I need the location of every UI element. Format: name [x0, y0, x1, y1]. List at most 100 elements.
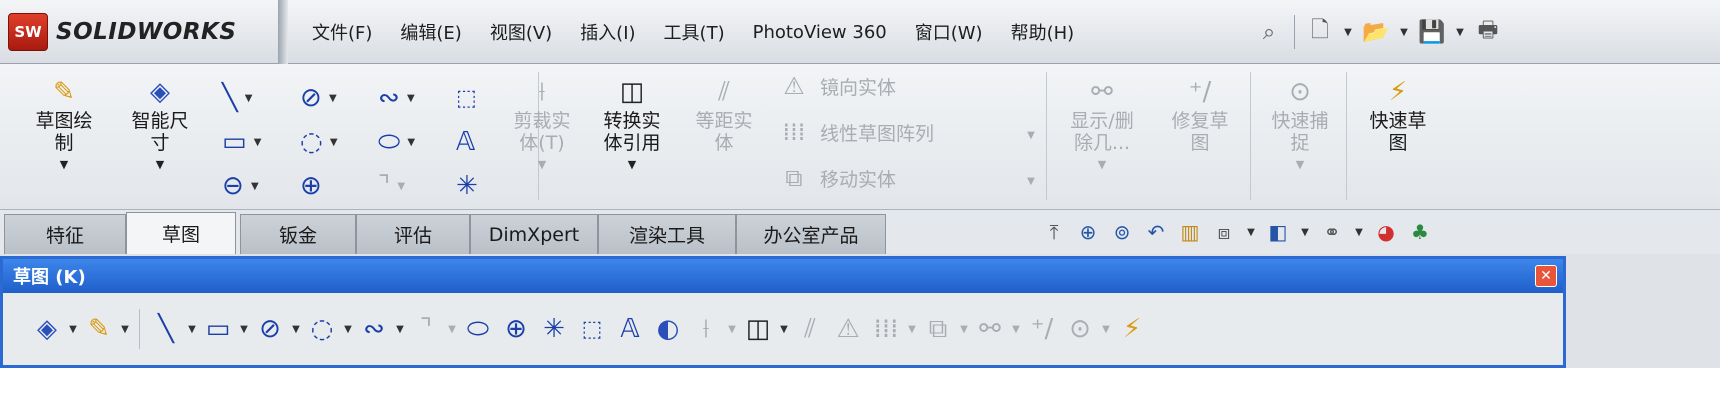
chevron-down-icon[interactable]: ▼ [1098, 158, 1106, 171]
chevron-down-icon[interactable]: ▼ [242, 93, 256, 104]
chevron-down-icon[interactable]: ▼ [290, 324, 302, 335]
chevron-down-icon[interactable]: ▼ [186, 324, 198, 335]
menu-window[interactable]: 窗口(W) [901, 12, 997, 52]
chevron-down-icon[interactable]: ▼ [60, 158, 68, 171]
repair-sketch-button[interactable]: ⁺∕ 修复草 图 [1158, 74, 1242, 154]
sketch-toolbar-window[interactable]: 草图 (K) ✕ ◈ ▼ ✎ ▼ ╲ ▼ ▭ ▼ ⊘ ▼ ◌ ▼ ∾ ▼ ⌝ ▼ ⬭ ⊕ ✳ ⬚… [0, 256, 1566, 368]
quick-snaps-icon[interactable]: ⊙ [1062, 314, 1098, 344]
tab-office-products[interactable]: 办公室产品 [736, 214, 886, 254]
display-delete-relations-button[interactable]: ⚯ 显示/删 除几... ▼ [1060, 74, 1144, 171]
chevron-down-icon[interactable]: ▼ [1024, 176, 1038, 187]
previous-view-arrow-icon[interactable]: ↶ [1142, 218, 1170, 246]
chevron-down-icon[interactable]: ▼ [1453, 27, 1467, 38]
sketch-pencil-icon[interactable]: ✎ [81, 314, 117, 344]
chevron-down-icon[interactable]: ▼ [1296, 158, 1304, 171]
pushpin-icon[interactable]: ⌕ [1254, 17, 1284, 47]
chevron-down-icon[interactable]: ▼ [404, 137, 418, 148]
apply-scene-icon[interactable]: ♣ [1406, 218, 1434, 246]
chevron-down-icon[interactable]: ▼ [404, 93, 418, 104]
move-icon[interactable]: ⧉ [920, 314, 956, 345]
arc-tool[interactable]: ◌ ▼ [300, 120, 378, 164]
zoom-to-fit-icon[interactable]: ⊕ [1074, 218, 1102, 246]
menu-edit[interactable]: 编辑(E) [386, 12, 475, 52]
line-icon[interactable]: ╲ [148, 314, 184, 344]
rapid-sketch-icon[interactable]: ⚡ [1114, 314, 1150, 344]
offset-icon[interactable]: ⫽ [792, 314, 828, 345]
menu-tools[interactable]: 工具(T) [650, 12, 739, 52]
chevron-down-icon[interactable]: ▼ [538, 158, 546, 171]
fillet-tool[interactable]: ⌝ ▼ [378, 164, 456, 208]
spline-tool[interactable]: ∾ ▼ [378, 76, 456, 120]
polygon-icon[interactable]: ⊕ [498, 314, 534, 344]
menu-insert[interactable]: 插入(I) [566, 12, 649, 52]
spline-icon[interactable]: ∾ [356, 314, 392, 344]
chevron-down-icon[interactable]: ▼ [394, 181, 408, 192]
chevron-down-icon[interactable]: ▼ [906, 324, 918, 335]
linear-pattern-button[interactable]: ⁞⁞⁞ 线性草图阵列 [778, 118, 934, 146]
relations-icon[interactable]: ⚯ [972, 314, 1008, 344]
rectangle-icon[interactable]: ▭ [200, 314, 236, 344]
sketch-button[interactable]: ✎ 草图绘 制 ▼ [22, 74, 106, 171]
menu-view[interactable]: 视图(V) [476, 12, 566, 52]
tab-dimxpert[interactable]: DimXpert [470, 214, 598, 254]
view-orientation-icon[interactable]: ⧈ [1210, 218, 1238, 246]
chevron-down-icon[interactable]: ▼ [326, 93, 340, 104]
display-style-icon[interactable]: ◧ [1264, 218, 1292, 246]
tab-evaluate[interactable]: 评估 [356, 214, 470, 254]
arc-icon[interactable]: ◌ [304, 314, 340, 344]
chevron-down-icon[interactable]: ▼ [628, 158, 636, 171]
rectangle-tool[interactable]: ▭ ▼ [222, 120, 300, 164]
line-tool[interactable]: ╲ ▼ [222, 76, 300, 120]
chevron-down-icon[interactable]: ▼ [342, 324, 354, 335]
chevron-down-icon[interactable]: ▼ [778, 324, 790, 335]
save-icon[interactable]: 💾 [1417, 17, 1447, 47]
menu-file[interactable]: 文件(F) [298, 12, 386, 52]
previous-view-icon[interactable]: ⤒ [1040, 218, 1068, 246]
offset-entities-button[interactable]: ⫽ 等距实 体 [682, 74, 766, 154]
chevron-down-icon[interactable]: ▼ [1352, 227, 1366, 238]
toolbar-title-bar[interactable]: 草图 (K) [3, 259, 1563, 293]
chevron-down-icon[interactable]: ▼ [446, 324, 458, 335]
section-view-icon[interactable]: ▥ [1176, 218, 1204, 246]
convert-icon[interactable]: ◫ [740, 314, 776, 344]
chevron-down-icon[interactable]: ▼ [119, 324, 131, 335]
point-icon[interactable]: ✳ [536, 314, 572, 344]
chevron-down-icon[interactable]: ▼ [67, 324, 79, 335]
mirror-entities-button[interactable]: ⚠ 镜向实体 [778, 72, 896, 100]
chevron-down-icon[interactable]: ▼ [1298, 227, 1312, 238]
chevron-down-icon[interactable]: ▼ [238, 324, 250, 335]
trim-icon[interactable]: ⟊ [688, 314, 724, 345]
rapid-sketch-button[interactable]: ⚡ 快速草 图 [1356, 74, 1440, 154]
solidworks-logo[interactable]: SW SOLIDWORKS [8, 10, 270, 54]
new-document-icon[interactable]: 🗋 [1305, 17, 1335, 47]
menu-help[interactable]: 帮助(H) [997, 12, 1089, 52]
chevron-down-icon[interactable]: ▼ [251, 137, 265, 148]
chevron-down-icon[interactable]: ▼ [248, 181, 262, 192]
ellipse-icon[interactable]: ⬭ [460, 314, 496, 345]
circle-tool[interactable]: ⊘ ▼ [300, 76, 378, 120]
linear-pattern-icon[interactable]: ⁞⁞⁞ [868, 314, 904, 344]
sketch-picture-icon[interactable]: ◐ [650, 314, 686, 344]
convert-entities-button[interactable]: ◫ 转换实 体引用 ▼ [590, 74, 674, 171]
chevron-down-icon[interactable]: ▼ [1010, 324, 1022, 335]
chevron-down-icon[interactable]: ▼ [1100, 324, 1112, 335]
tab-features[interactable]: 特征 [4, 214, 126, 254]
quick-snaps-button[interactable]: ⊙ 快速捕 捉 ▼ [1258, 74, 1342, 171]
chevron-down-icon[interactable]: ▼ [1024, 130, 1038, 141]
tab-render-tools[interactable]: 渲染工具 [598, 214, 736, 254]
chevron-down-icon[interactable]: ▼ [1244, 227, 1258, 238]
chevron-down-icon[interactable]: ▼ [958, 324, 970, 335]
tab-sketch[interactable]: 草图 [126, 212, 236, 254]
zoom-to-area-icon[interactable]: ⊚ [1108, 218, 1136, 246]
smart-dimension-icon[interactable]: ◈ [29, 314, 65, 344]
slot-tool[interactable]: ⊖ ▼ [222, 164, 300, 208]
fillet-icon[interactable]: ⌝ [408, 314, 444, 344]
text-icon[interactable]: 𝔸 [612, 314, 648, 344]
circle-icon[interactable]: ⊘ [252, 314, 288, 344]
print-icon[interactable]: 🖶 [1473, 17, 1503, 47]
hide-show-items-icon[interactable]: ⚭ [1318, 218, 1346, 246]
chevron-down-icon[interactable]: ▼ [1341, 27, 1355, 38]
chevron-down-icon[interactable]: ▼ [1397, 27, 1411, 38]
construction-geometry-icon[interactable]: ⬚ [574, 317, 610, 342]
ellipse-tool[interactable]: ⬭ ▼ [378, 120, 456, 164]
